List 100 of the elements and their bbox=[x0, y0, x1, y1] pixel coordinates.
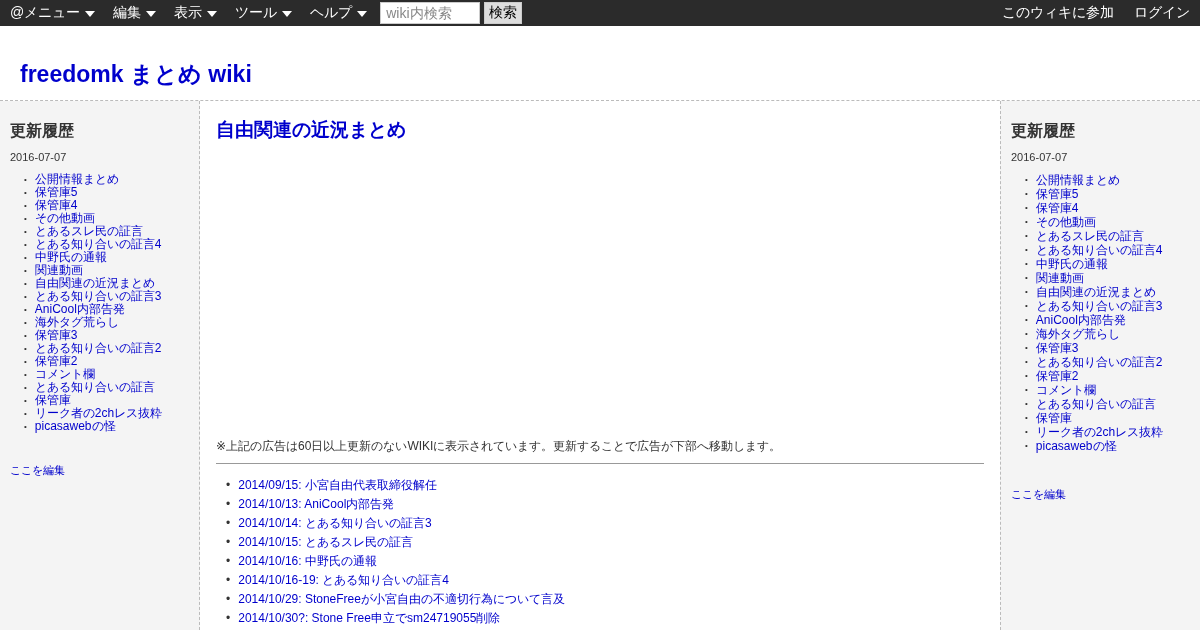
menu-item[interactable]: 表示 bbox=[174, 4, 218, 22]
page-link[interactable]: 保管庫2 bbox=[34, 355, 78, 368]
page-link[interactable]: とある知り合いの証言4 bbox=[34, 238, 162, 251]
bullet: • bbox=[226, 610, 231, 627]
edit-link[interactable]: ここを編集 bbox=[1011, 487, 1066, 502]
bullet: • bbox=[226, 534, 231, 551]
bullet: • bbox=[24, 174, 27, 186]
sidebar-heading: 更新履歴 bbox=[1011, 121, 1076, 141]
bullet: • bbox=[1025, 328, 1028, 340]
page-link[interactable]: 海外タグ荒らし bbox=[1035, 327, 1120, 341]
page-link[interactable]: 保管庫5 bbox=[34, 186, 78, 199]
page-link[interactable]: とある知り合いの証言3 bbox=[34, 290, 162, 303]
bullet: • bbox=[1025, 174, 1028, 186]
news-link[interactable]: 2014/10/29: StoneFreeが小宮自由の不適切行為について言及 bbox=[238, 590, 565, 609]
news-link[interactable]: 2014/10/16-19: とある知り合いの証言4 bbox=[238, 571, 449, 590]
page-link[interactable]: 自由関連の近況まとめ bbox=[34, 277, 155, 290]
site-title[interactable]: freedomk まとめ wiki bbox=[20, 59, 252, 90]
page-link[interactable]: 自由関連の近況まとめ bbox=[1035, 285, 1156, 299]
top-link[interactable]: このウィキに参加 bbox=[1002, 4, 1114, 22]
page-link[interactable]: とあるスレ民の証言 bbox=[34, 225, 143, 238]
update-date: 2016-07-07 bbox=[1011, 151, 1069, 163]
news-link[interactable]: 2014/10/14: とある知り合いの証言3 bbox=[238, 514, 432, 533]
page-link[interactable]: とある知り合いの証言 bbox=[34, 381, 155, 394]
page-link[interactable]: コメント欄 bbox=[34, 368, 95, 381]
bullet: • bbox=[24, 317, 27, 329]
page-link[interactable]: その他動画 bbox=[1035, 215, 1096, 229]
menu-item[interactable]: @メニュー bbox=[10, 4, 96, 22]
page-link[interactable]: 保管庫2 bbox=[1035, 369, 1079, 383]
bullet: • bbox=[1025, 272, 1028, 284]
bullet: • bbox=[1025, 314, 1028, 326]
page-link[interactable]: 中野氏の通報 bbox=[34, 251, 107, 264]
page-link[interactable]: とある知り合いの証言2 bbox=[34, 342, 162, 355]
page-link[interactable]: とある知り合いの証言 bbox=[1035, 397, 1156, 411]
page-link[interactable]: 保管庫 bbox=[1035, 411, 1072, 425]
menu-item[interactable]: ツール bbox=[235, 4, 293, 22]
page-link[interactable]: 保管庫3 bbox=[1035, 341, 1079, 355]
page-link[interactable]: リーク者の2chレス抜粋 bbox=[34, 407, 163, 420]
caret-icon bbox=[146, 11, 157, 17]
page-link[interactable]: コメント欄 bbox=[1035, 383, 1096, 397]
page-link[interactable]: 保管庫 bbox=[34, 394, 71, 407]
page-link[interactable]: その他動画 bbox=[34, 212, 95, 225]
top-link[interactable]: ログイン bbox=[1134, 4, 1190, 22]
caret-icon bbox=[282, 11, 293, 17]
page-link[interactable]: とある知り合いの証言3 bbox=[1035, 299, 1163, 313]
bullet: • bbox=[1025, 356, 1028, 368]
page-link[interactable]: 保管庫4 bbox=[34, 199, 78, 212]
bullet: • bbox=[1025, 440, 1028, 452]
caret-icon bbox=[85, 11, 96, 17]
update-date: 2016-07-07 bbox=[10, 151, 68, 163]
page-link[interactable]: 公開情報まとめ bbox=[1035, 173, 1120, 187]
page-link[interactable]: とあるスレ民の証言 bbox=[1035, 229, 1144, 243]
page-link[interactable]: とある知り合いの証言2 bbox=[1035, 355, 1163, 369]
page-link[interactable]: 保管庫4 bbox=[1035, 201, 1079, 215]
page-link[interactable]: picasawebの怪 bbox=[1035, 439, 1117, 453]
ad-note: ※上記の広告は60日以上更新のないWIKIに表示されています。更新することで広告が下部へ移動します。 bbox=[216, 438, 783, 455]
bullet: • bbox=[24, 226, 27, 238]
page-link[interactable]: AniCool内部告発 bbox=[1035, 313, 1126, 327]
menu-item[interactable]: ヘルプ bbox=[310, 4, 368, 22]
bullet: • bbox=[24, 239, 27, 251]
page-link[interactable]: 関連動画 bbox=[1035, 271, 1084, 285]
page-link[interactable]: 公開情報まとめ bbox=[34, 173, 119, 186]
bullet: • bbox=[1025, 188, 1028, 200]
menu-item[interactable]: 編集 bbox=[113, 4, 157, 22]
page-title[interactable]: 自由関連の近況まとめ bbox=[216, 117, 984, 143]
page-link[interactable]: 関連動画 bbox=[34, 264, 83, 277]
bullet: • bbox=[24, 408, 27, 420]
edit-link[interactable]: ここを編集 bbox=[10, 463, 65, 478]
bullet: • bbox=[24, 278, 27, 290]
bullet: • bbox=[24, 252, 27, 264]
bullet: • bbox=[1025, 342, 1028, 354]
page-link[interactable]: リーク者の2chレス抜粋 bbox=[1035, 425, 1164, 439]
page-link[interactable]: 海外タグ荒らし bbox=[34, 316, 119, 329]
bullet: • bbox=[226, 515, 231, 532]
bullet: • bbox=[24, 382, 27, 394]
search-button[interactable]: 検索 bbox=[484, 2, 523, 24]
bullet: • bbox=[1025, 230, 1028, 242]
news-link[interactable]: 2014/10/30?: Stone Free申立でsm24719055削除 bbox=[238, 609, 501, 628]
news-link[interactable]: 2014/10/13: AniCool内部告発 bbox=[238, 495, 395, 514]
bullet: • bbox=[24, 200, 27, 212]
search-field[interactable]: wiki内検索 bbox=[380, 2, 481, 24]
page-link[interactable]: 中野氏の通報 bbox=[1035, 257, 1108, 271]
page-link[interactable]: 保管庫3 bbox=[34, 329, 78, 342]
bullet: • bbox=[1025, 258, 1028, 270]
bullet: • bbox=[1025, 216, 1028, 228]
bullet: • bbox=[24, 291, 27, 303]
page-link[interactable]: AniCool内部告発 bbox=[34, 303, 125, 316]
news-link[interactable]: 2014/10/15: とあるスレ民の証言 bbox=[238, 533, 413, 552]
bullet: • bbox=[24, 343, 27, 355]
bullet: • bbox=[1025, 398, 1028, 410]
bullet: • bbox=[1025, 426, 1028, 438]
bullet: • bbox=[24, 330, 27, 342]
page-link[interactable]: 保管庫5 bbox=[1035, 187, 1079, 201]
bullet: • bbox=[24, 421, 27, 433]
bullet: • bbox=[226, 553, 231, 570]
news-link[interactable]: 2014/10/16: 中野氏の通報 bbox=[238, 552, 377, 571]
bullet: • bbox=[24, 265, 27, 277]
page-link[interactable]: picasawebの怪 bbox=[34, 420, 116, 433]
news-link[interactable]: 2014/09/15: 小宮自由代表取締役解任 bbox=[238, 476, 437, 495]
page-link[interactable]: とある知り合いの証言4 bbox=[1035, 243, 1163, 257]
bullet: • bbox=[24, 304, 27, 316]
